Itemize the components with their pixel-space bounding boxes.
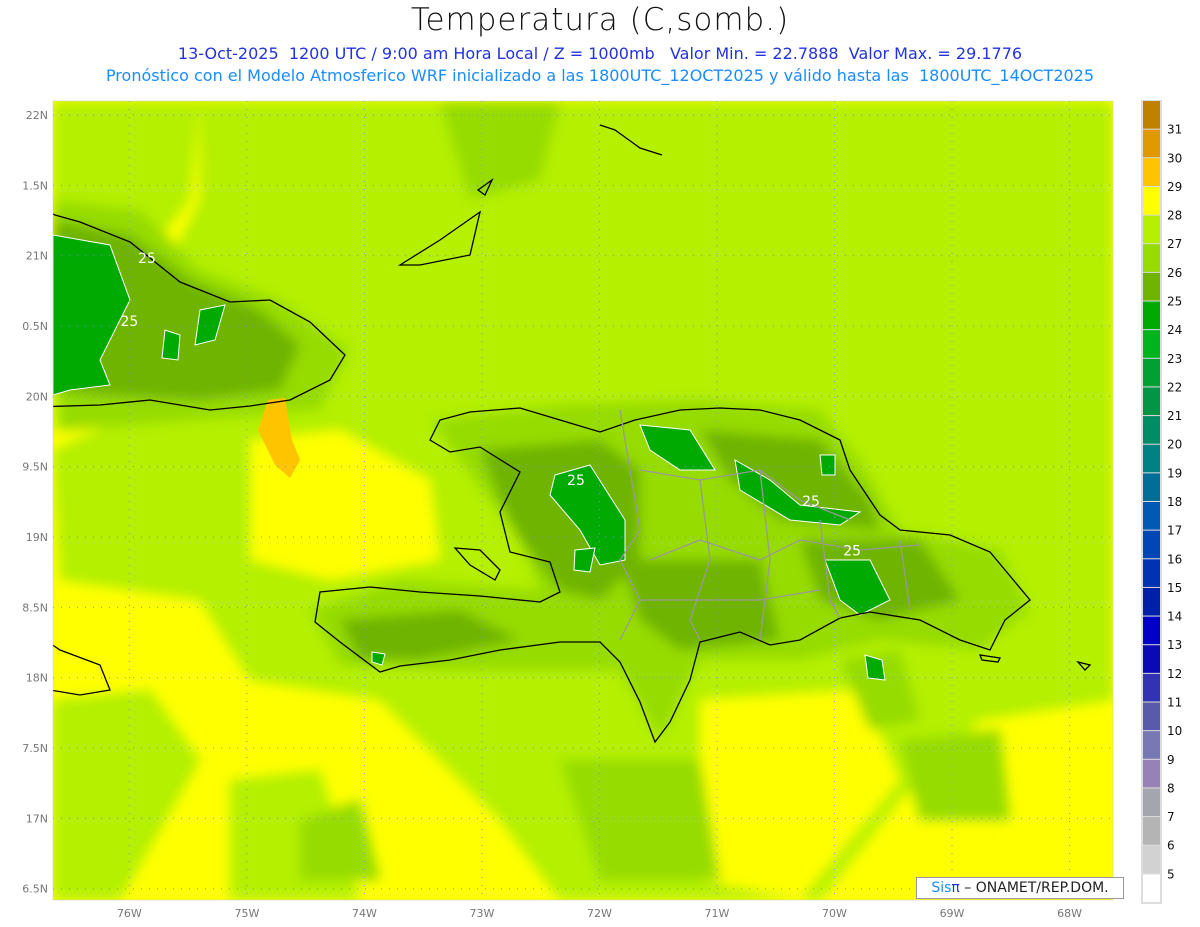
- colorbar-label: 21: [1167, 409, 1182, 423]
- credit-brand-symbol: π: [951, 880, 960, 896]
- colorbar-label: 9: [1167, 753, 1175, 767]
- colorbar-label: 20: [1167, 438, 1182, 452]
- colorbar-swatch: [1143, 645, 1160, 673]
- colorbar-swatch: [1143, 616, 1160, 645]
- contour-label: 25: [843, 543, 861, 559]
- colorbar-label: 10: [1167, 724, 1182, 738]
- lat-tick-label: 19N: [26, 531, 48, 544]
- colorbar-swatch: [1143, 587, 1160, 616]
- contour-label: 25: [138, 251, 156, 267]
- colorbar-swatch: [1143, 673, 1160, 702]
- colorbar-label: 7: [1167, 810, 1175, 824]
- contour-label: 25: [802, 494, 820, 510]
- lon-tick-label: 68W: [1057, 907, 1082, 920]
- colorbar-swatch: [1143, 759, 1160, 788]
- colorbar-swatch: [1143, 473, 1160, 501]
- colorbar-label: 5: [1167, 867, 1175, 881]
- colorbar-swatch: [1143, 186, 1160, 215]
- colorbar-label: 17: [1167, 524, 1182, 538]
- colorbar-swatch: [1143, 272, 1160, 301]
- colorbar-swatch: [1143, 788, 1160, 817]
- colorbar-label: 26: [1167, 266, 1182, 280]
- lat-tick-label: 21N: [26, 250, 48, 263]
- lat-tick-label: 18N: [26, 672, 48, 685]
- colorbar-swatch: [1143, 158, 1160, 186]
- colorbar-swatch: [1143, 444, 1160, 473]
- colorbar-swatch: [1143, 129, 1160, 158]
- colorbar-swatch: [1143, 817, 1160, 845]
- lat-tick-label: 6.5N: [22, 883, 48, 896]
- colorbar-swatch: [1143, 702, 1160, 731]
- colorbar-label: 16: [1167, 552, 1182, 566]
- colorbar-swatch: [1143, 731, 1160, 759]
- colorbar-label: 19: [1167, 466, 1182, 480]
- lat-tick-label: 7.5N: [22, 742, 48, 755]
- colorbar-swatch: [1143, 845, 1160, 874]
- colorbar-swatch: [1143, 101, 1160, 129]
- colorbar-label: 30: [1167, 151, 1182, 165]
- lon-tick-label: 69W: [940, 907, 965, 920]
- colorbar-label: 23: [1167, 352, 1182, 366]
- credit-text: – ONAMET/REP.DOM.: [959, 880, 1109, 896]
- colorbar-swatch: [1143, 215, 1160, 244]
- lon-tick-label: 74W: [352, 907, 377, 920]
- temperature-map: 25 25 25 25 25 76W 75W 74W 73W 72W 71W 70W 69W 68W 22…: [22, 100, 1182, 920]
- lon-tick-label: 70W: [822, 907, 847, 920]
- contour-label: 25: [567, 473, 585, 489]
- colorbar-swatch: [1143, 502, 1160, 530]
- credit-box: Sisπ – ONAMET/REP.DOM.: [916, 877, 1124, 899]
- colorbar-swatch: [1143, 387, 1160, 416]
- colorbar-label: 14: [1167, 610, 1182, 624]
- lat-tick-label: 17N: [26, 812, 48, 825]
- colorbar-label: 28: [1167, 209, 1182, 223]
- colorbar-swatch: [1143, 530, 1160, 559]
- lat-tick-label: 22N: [26, 109, 48, 122]
- colorbar-swatch: [1143, 330, 1160, 358]
- lat-tick-label: 8.5N: [22, 601, 48, 614]
- colorbar-swatch: [1143, 874, 1160, 902]
- credit-brand: Sis: [931, 880, 952, 896]
- colorbar-swatch: [1143, 416, 1160, 444]
- colorbar-swatch: [1143, 358, 1160, 387]
- colorbar-label: 22: [1167, 380, 1182, 394]
- colorbar-swatch: [1143, 244, 1160, 272]
- lon-tick-label: 75W: [234, 907, 259, 920]
- colorbar-swatch: [1143, 301, 1160, 330]
- colorbar-label: 25: [1167, 295, 1182, 309]
- colorbar-label: 11: [1167, 696, 1182, 710]
- colorbar-label: 31: [1167, 123, 1182, 137]
- contour-label: 25: [120, 314, 138, 330]
- colorbar-label: 6: [1167, 839, 1175, 853]
- colorbar-swatch: [1143, 559, 1160, 587]
- lon-tick-label: 71W: [705, 907, 730, 920]
- colorbar-label: 15: [1167, 581, 1182, 595]
- colorbar-label: 13: [1167, 638, 1182, 652]
- shading-layer: 25 25 25 25 25: [53, 101, 1113, 900]
- lat-tick-label: 9.5N: [22, 461, 48, 474]
- colorbar-label: 24: [1167, 323, 1182, 337]
- colorbar-label: 12: [1167, 667, 1182, 681]
- lat-tick-label: 0.5N: [22, 320, 48, 333]
- lon-tick-label: 72W: [587, 907, 612, 920]
- lat-tick-label: 20N: [26, 390, 48, 403]
- lat-tick-label: 1.5N: [22, 179, 48, 192]
- colorbar-label: 29: [1167, 180, 1182, 194]
- colorbar-label: 18: [1167, 495, 1182, 509]
- lon-tick-label: 76W: [117, 907, 142, 920]
- colorbar: 31 30 29 28 27 26 25 24 23 22 21 20 19 18 17 16 15 14 13 12…: [1141, 100, 1182, 904]
- colorbar-label: 8: [1167, 781, 1175, 795]
- lon-tick-label: 73W: [469, 907, 494, 920]
- colorbar-label: 27: [1167, 237, 1182, 251]
